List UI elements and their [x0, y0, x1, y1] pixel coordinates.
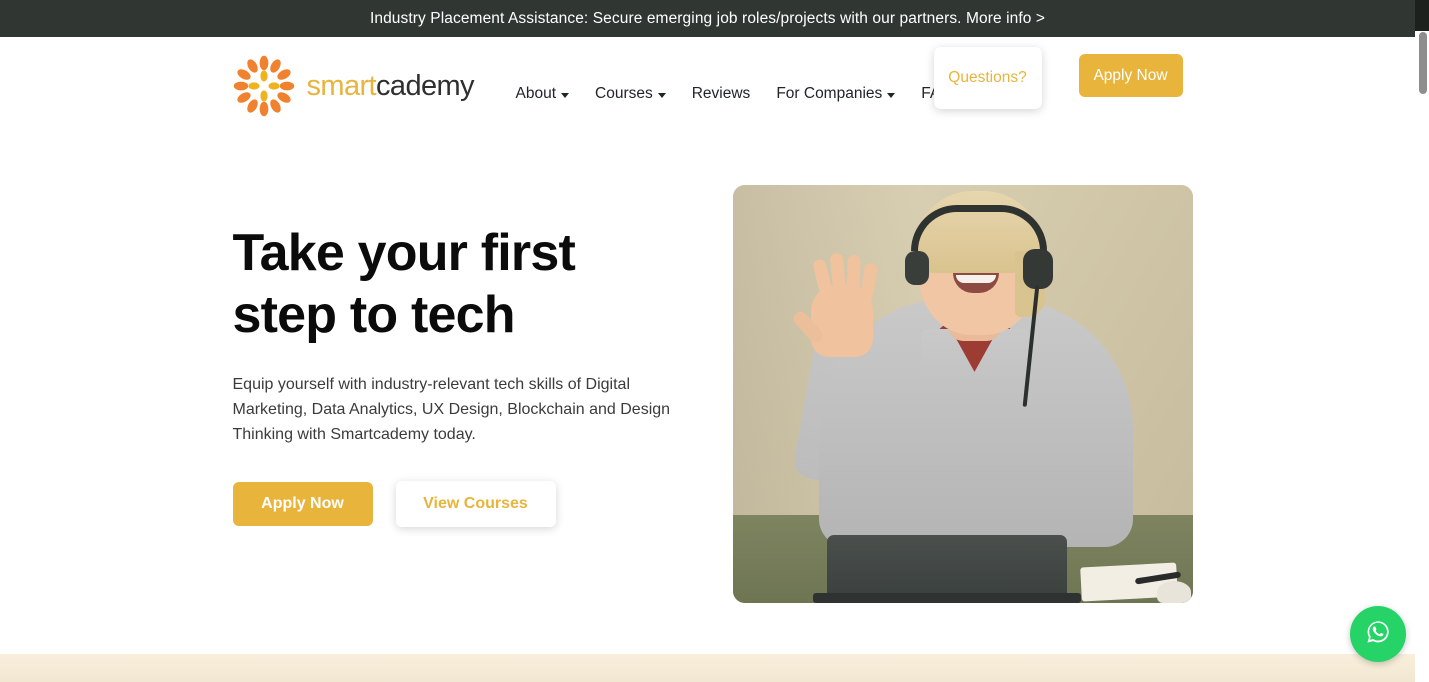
- questions-button[interactable]: Questions?: [933, 47, 1042, 109]
- chevron-down-icon: [561, 92, 570, 98]
- next-section-band: [0, 654, 1415, 682]
- apply-now-hero-button[interactable]: Apply Now: [232, 482, 373, 526]
- hero-copy: Take your first step to tech Equip yours…: [232, 222, 693, 527]
- chevron-down-icon: [657, 92, 666, 98]
- photo-teeth: [955, 275, 996, 283]
- site-header: smartcademy About Courses Reviews For Co…: [0, 37, 1415, 147]
- page-root: Industry Placement Assistance: Secure em…: [0, 0, 1429, 682]
- scrollbar-top-cap: [1415, 0, 1429, 31]
- main-navigation: About Courses Reviews For Companies FAQ: [503, 81, 966, 107]
- photo-cup: [1156, 581, 1191, 603]
- photo-laptop-base: [812, 593, 1081, 603]
- hero-title-line-1: Take your first: [232, 224, 576, 282]
- whatsapp-icon: [1362, 616, 1394, 653]
- photo-headphone-band: [910, 205, 1047, 251]
- apply-now-header-button[interactable]: Apply Now: [1078, 54, 1183, 97]
- questions-button-label: Questions?: [948, 69, 1027, 86]
- hero-container: Take your first step to tech Equip yours…: [232, 147, 1193, 654]
- chevron-down-icon: [887, 92, 896, 98]
- nav-item-label: For Companies: [776, 85, 883, 102]
- hero-photo: [732, 185, 1193, 603]
- header-container: smartcademy About Courses Reviews For Co…: [233, 37, 1183, 147]
- view-courses-label: View Courses: [423, 495, 528, 512]
- nav-item-about[interactable]: About: [503, 81, 583, 107]
- announcement-banner[interactable]: Industry Placement Assistance: Secure em…: [0, 0, 1415, 37]
- hero-title: Take your first step to tech: [233, 222, 693, 346]
- whatsapp-chat-button[interactable]: [1350, 606, 1406, 662]
- view-courses-button[interactable]: View Courses: [395, 481, 556, 527]
- hero-section: Take your first step to tech Equip yours…: [0, 147, 1415, 654]
- nav-item-courses[interactable]: Courses: [582, 81, 679, 107]
- photo-finger: [845, 254, 861, 304]
- nav-item-label: About: [515, 85, 557, 102]
- hero-title-line-2: step to tech: [232, 286, 516, 344]
- sunburst-logo-icon: [233, 55, 295, 117]
- logo-word-smart: smart: [306, 69, 377, 102]
- announcement-text: Industry Placement Assistance: Secure em…: [369, 9, 1046, 27]
- nav-item-label: Courses: [595, 85, 653, 102]
- photo-headphone-earcup-right: [1022, 249, 1053, 289]
- logo-word-cademy: cademy: [376, 69, 475, 102]
- logo-wordmark: smartcademy: [306, 69, 475, 103]
- page-scrollbar[interactable]: [1415, 0, 1429, 682]
- nav-item-reviews[interactable]: Reviews: [679, 81, 764, 107]
- nav-item-for-companies[interactable]: For Companies: [763, 81, 908, 107]
- hero-image: [732, 185, 1193, 603]
- apply-now-header-label: Apply Now: [1093, 66, 1168, 84]
- apply-now-hero-label: Apply Now: [261, 495, 344, 512]
- photo-headphone-earcup-left: [904, 251, 929, 285]
- hero-subtitle: Equip yourself with industry-relevant te…: [232, 376, 671, 443]
- scrollbar-thumb[interactable]: [1419, 32, 1427, 94]
- hero-actions: Apply Now View Courses: [232, 481, 693, 527]
- site-logo[interactable]: smartcademy: [233, 55, 475, 117]
- nav-item-label: Reviews: [691, 85, 751, 102]
